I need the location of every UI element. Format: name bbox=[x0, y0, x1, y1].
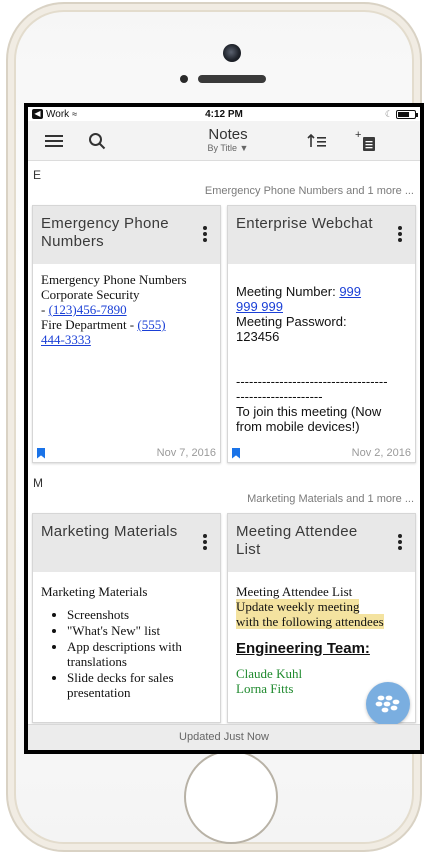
preview-line: ----------------------------------- bbox=[236, 374, 388, 389]
wifi-icon: ≈ bbox=[72, 109, 78, 119]
preview-line: Emergency Phone Numbers bbox=[41, 272, 187, 287]
top-toolbar: Notes By Title ▼ + bbox=[28, 121, 420, 161]
status-left: ◀ Work ≈ bbox=[32, 109, 77, 120]
cards-row-e: Emergency Phone Numbers Emergency Phone … bbox=[28, 205, 420, 463]
preview-line: - (123)456-7890 bbox=[41, 302, 214, 317]
list-item: Screenshots bbox=[67, 607, 214, 622]
highlighted-text: Update weekly meeting bbox=[236, 599, 360, 614]
preview-line: Claude Kuhl bbox=[236, 666, 303, 681]
card-title: Emergency Phone Numbers bbox=[41, 215, 169, 250]
card-date: Nov 2, 2016 bbox=[351, 447, 411, 459]
more-options-icon[interactable] bbox=[397, 226, 403, 242]
preview-line: with the following attendees bbox=[236, 614, 409, 629]
card-preview: Emergency Phone Numbers Corporate Securi… bbox=[33, 264, 220, 347]
preview-heading: Engineering Team: bbox=[236, 640, 370, 657]
meeting-link[interactable]: 999 bbox=[339, 284, 361, 299]
preview-line: 123456 bbox=[236, 329, 280, 344]
search-icon[interactable] bbox=[85, 129, 109, 153]
preview-text: - bbox=[41, 302, 49, 317]
preview-line: Meeting Password: bbox=[236, 314, 347, 329]
page-title[interactable]: Notes By Title ▼ bbox=[178, 126, 278, 154]
bullet-list: Screenshots "What's New" list App descri… bbox=[41, 607, 214, 700]
blackberry-icon bbox=[375, 695, 400, 713]
note-card-emergency[interactable]: Emergency Phone Numbers Emergency Phone … bbox=[32, 205, 221, 463]
sensor bbox=[180, 75, 188, 83]
preview-line: Meeting Attendee List bbox=[236, 584, 353, 599]
phone-link[interactable]: (123)456-7890 bbox=[49, 302, 127, 317]
preview-text: Meeting Number: bbox=[236, 284, 340, 299]
section-letter-e: E bbox=[33, 168, 42, 182]
preview-line: Update weekly meeting bbox=[236, 599, 409, 614]
preview-line: -------------------- bbox=[236, 389, 323, 404]
moon-icon: ☾ bbox=[384, 108, 393, 119]
preview-line: 444-3333 bbox=[41, 332, 214, 347]
preview-line: Corporate Security bbox=[41, 287, 140, 302]
cards-row-m: Marketing Materials Marketing Materials … bbox=[28, 513, 420, 723]
card-preview: Meeting Attendee List Update weekly meet… bbox=[228, 572, 415, 696]
carrier-label: Work bbox=[46, 108, 70, 120]
sync-status-text: Updated Just Now bbox=[179, 731, 269, 743]
status-bar: ◀ Work ≈ 4:12 PM ☾ bbox=[28, 107, 420, 121]
note-card-marketing[interactable]: Marketing Materials Marketing Materials … bbox=[32, 513, 221, 723]
card-header: Enterprise Webchat bbox=[228, 206, 415, 264]
battery-icon bbox=[396, 109, 418, 119]
camera-icon bbox=[223, 44, 241, 62]
bookmark-icon bbox=[232, 447, 240, 459]
card-footer: Nov 7, 2016 bbox=[33, 444, 220, 462]
note-card-webchat[interactable]: Enterprise Webchat Meeting Number: 999 9… bbox=[227, 205, 416, 463]
preview-line: from mobile devices!) bbox=[236, 419, 360, 434]
status-right: ☾ bbox=[384, 108, 418, 120]
title-text: Notes bbox=[208, 126, 248, 143]
back-to-app-icon[interactable]: ◀ bbox=[32, 109, 43, 119]
phone-link[interactable]: 444-3333 bbox=[41, 332, 91, 347]
list-item: App descriptions with translations bbox=[67, 639, 214, 669]
add-note-icon[interactable]: + bbox=[353, 129, 377, 153]
list-item: Slide decks for sales presentation bbox=[67, 670, 214, 700]
more-options-icon[interactable] bbox=[202, 226, 208, 242]
more-options-icon[interactable] bbox=[202, 534, 208, 550]
preview-text: Fire Department - bbox=[41, 317, 138, 332]
meeting-link[interactable]: 999 999 bbox=[236, 299, 283, 314]
section-letter-m: M bbox=[33, 476, 43, 490]
preview-line: Meeting Number: 999 bbox=[236, 284, 409, 299]
phone-link[interactable]: (555) bbox=[137, 317, 165, 332]
preview-line: To join this meeting (Now bbox=[236, 404, 382, 419]
menu-icon[interactable] bbox=[42, 129, 66, 153]
bookmark-icon bbox=[37, 447, 45, 459]
status-time: 4:12 PM bbox=[205, 108, 243, 120]
speaker-grille bbox=[198, 75, 266, 83]
list-item: "What's New" list bbox=[67, 623, 214, 638]
section-summary-m[interactable]: Marketing Materials and 1 more ... bbox=[28, 489, 420, 513]
sort-icon[interactable] bbox=[305, 129, 329, 153]
more-options-icon[interactable] bbox=[397, 534, 403, 550]
preview-line: 999 999 bbox=[236, 299, 409, 314]
highlighted-text: with the following attendees bbox=[236, 614, 384, 629]
card-title: Enterprise Webchat bbox=[236, 215, 373, 232]
card-header: Marketing Materials bbox=[33, 514, 220, 572]
svg-text:+: + bbox=[355, 129, 361, 141]
section-summary-e[interactable]: Emergency Phone Numbers and 1 more ... bbox=[28, 181, 420, 205]
card-header: Meeting Attendee List bbox=[228, 514, 415, 572]
card-title: Meeting Attendee List bbox=[236, 523, 358, 558]
preview-line: Marketing Materials bbox=[41, 584, 148, 599]
sync-status-bar: Updated Just Now bbox=[28, 724, 420, 750]
preview-line: Fire Department - (555) bbox=[41, 317, 214, 332]
screen: ◀ Work ≈ 4:12 PM ☾ Notes By Title ▼ + E … bbox=[24, 103, 424, 754]
blackberry-fab[interactable] bbox=[366, 682, 410, 726]
card-date: Nov 7, 2016 bbox=[156, 447, 216, 459]
card-preview: Marketing Materials Screenshots "What's … bbox=[33, 572, 220, 700]
sort-mode-dropdown[interactable]: By Title ▼ bbox=[178, 143, 278, 154]
card-preview: Meeting Number: 999 999 999 Meeting Pass… bbox=[228, 264, 415, 434]
home-button[interactable] bbox=[184, 750, 278, 844]
app-window: ◀ Work ≈ 4:12 PM ☾ Notes By Title ▼ + E … bbox=[28, 107, 420, 750]
card-footer: Nov 2, 2016 bbox=[228, 444, 415, 462]
card-title: Marketing Materials bbox=[41, 523, 178, 540]
card-header: Emergency Phone Numbers bbox=[33, 206, 220, 264]
